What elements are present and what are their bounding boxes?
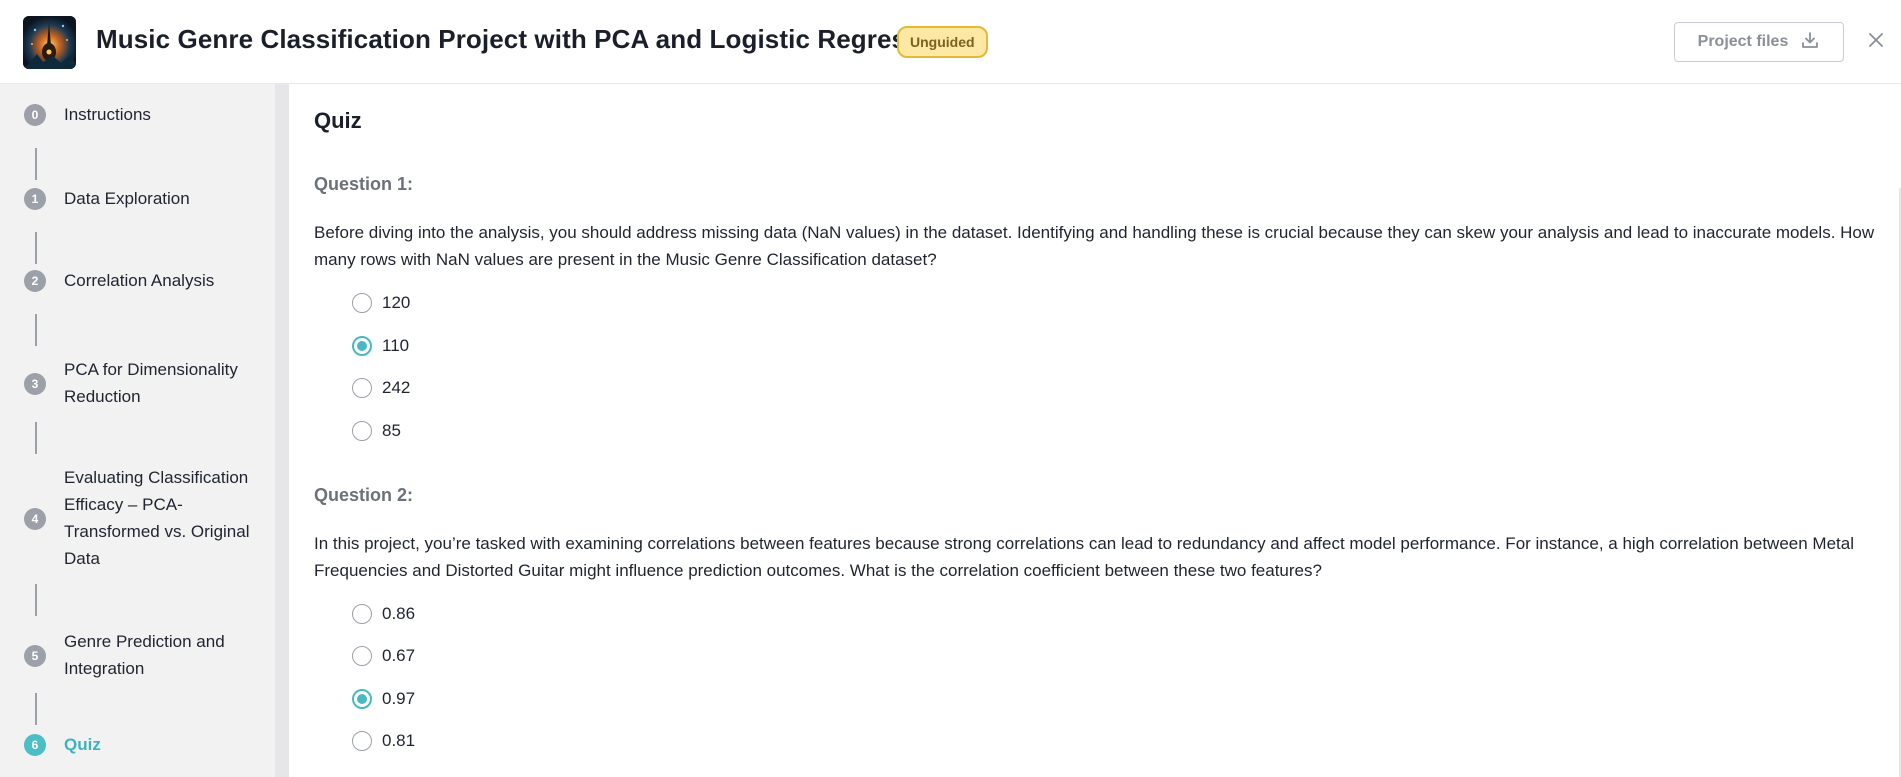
answer-option[interactable]: 242: [352, 376, 410, 400]
step-connector: [35, 693, 37, 725]
sidebar-item-label: Instructions: [64, 105, 151, 124]
step-connector: [35, 232, 37, 264]
step-number: 2: [24, 270, 46, 292]
radio-button[interactable]: [352, 646, 372, 666]
answer-option[interactable]: 0.86: [352, 602, 415, 626]
radio-button-selected[interactable]: [352, 336, 372, 356]
answer-option[interactable]: 120: [352, 291, 410, 315]
sidebar-item-instructions[interactable]: 0 Instructions: [0, 100, 275, 130]
step-number: 3: [24, 373, 46, 395]
option-label: 110: [382, 336, 410, 355]
radio-button[interactable]: [352, 604, 372, 624]
answer-option[interactable]: 0.97: [352, 687, 415, 711]
question-text: In this project, you’re tasked with exam…: [314, 534, 1854, 580]
step-connector: [35, 422, 37, 454]
download-icon: [1800, 30, 1820, 55]
project-thumbnail: [23, 16, 76, 69]
step-number: 5: [24, 645, 46, 667]
sidebar-item-label: Evaluating Classification Efficacy – PCA…: [64, 468, 250, 568]
question-heading: Question 2:: [314, 485, 414, 505]
radio-button[interactable]: [352, 421, 372, 441]
option-label: 120: [382, 293, 411, 312]
page-title: Quiz: [314, 108, 362, 133]
option-label: 0.81: [382, 731, 416, 750]
quiz-panel: Quiz Question 1: Before diving into the …: [289, 84, 1901, 777]
unguided-badge: Unguided: [897, 26, 988, 58]
answer-option[interactable]: 110: [352, 334, 409, 358]
sidebar-item-correlation-analysis[interactable]: 2 Correlation Analysis: [0, 266, 275, 296]
close-icon[interactable]: [1862, 26, 1890, 54]
project-files-button[interactable]: Project files: [1674, 22, 1844, 62]
step-connector: [35, 148, 37, 180]
radio-button[interactable]: [352, 378, 372, 398]
answer-option[interactable]: 85: [352, 419, 401, 443]
steps-sidebar: 0 Instructions 1 Data Exploration 2 Corr…: [0, 84, 275, 777]
step-connector: [35, 314, 37, 346]
answer-option[interactable]: 0.81: [352, 729, 415, 753]
question-text: Before diving into the analysis, you sho…: [314, 223, 1875, 269]
sidebar-item-genre-prediction[interactable]: 5 Genre Prediction and Integration: [0, 628, 275, 684]
step-connector: [35, 584, 37, 616]
sidebar-item-label: Data Exploration: [64, 189, 190, 208]
sidebar-item-evaluating-efficacy[interactable]: 4 Evaluating Classification Efficacy – P…: [0, 464, 275, 574]
option-label: 242: [382, 378, 411, 397]
project-files-label: Project files: [1697, 33, 1789, 50]
option-label: 0.67: [382, 646, 416, 665]
step-number: 1: [24, 188, 46, 210]
sidebar-item-pca[interactable]: 3 PCA for Dimensionality Reduction: [0, 356, 275, 412]
sidebar-item-label: Genre Prediction and Integration: [64, 632, 225, 678]
sidebar-divider: [275, 84, 289, 777]
project-title: Music Genre Classification Project with …: [96, 24, 960, 54]
step-number: 0: [24, 104, 46, 126]
page-header: Music Genre Classification Project with …: [0, 0, 1901, 84]
option-label: 0.97: [382, 689, 416, 708]
sidebar-item-data-exploration[interactable]: 1 Data Exploration: [0, 184, 275, 214]
step-number: 6: [24, 734, 46, 756]
answer-option[interactable]: 0.67: [352, 644, 415, 668]
option-label: 0.86: [382, 604, 416, 623]
sidebar-item-label: PCA for Dimensionality Reduction: [64, 360, 238, 406]
option-label: 85: [382, 421, 401, 440]
sidebar-item-label: Quiz: [64, 735, 101, 754]
sidebar-item-label: Correlation Analysis: [64, 271, 215, 290]
question-heading: Question 1:: [314, 174, 414, 194]
radio-button[interactable]: [352, 731, 372, 751]
radio-button-selected[interactable]: [352, 689, 372, 709]
sidebar-item-quiz[interactable]: 6 Quiz: [0, 730, 275, 760]
radio-button[interactable]: [352, 293, 372, 313]
step-number: 4: [24, 508, 46, 530]
